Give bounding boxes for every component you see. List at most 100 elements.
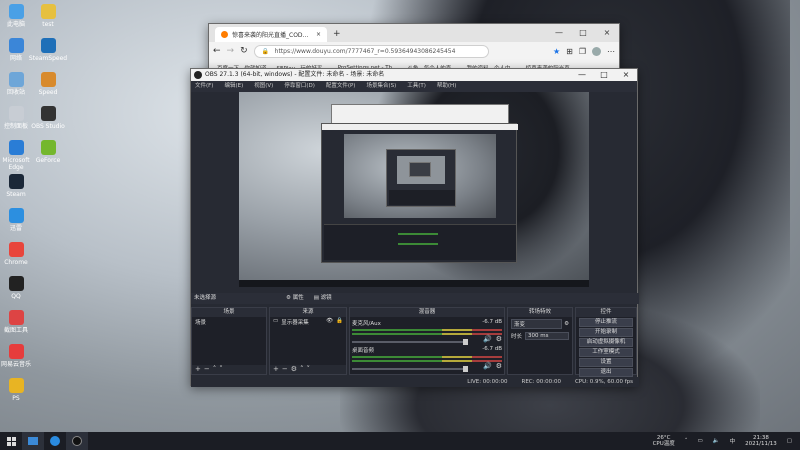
mixer-channel-header: 桌面音频 -6.7 dB bbox=[352, 346, 502, 354]
desktop-icon[interactable]: SteamSpeed bbox=[28, 38, 68, 62]
studio-mode-button[interactable]: 工作室模式 bbox=[579, 348, 633, 357]
desktop-icon[interactable]: GeForce bbox=[28, 140, 68, 164]
menu-docks[interactable]: 停靠窗口(D) bbox=[284, 81, 315, 92]
menu-profile[interactable]: 配置文件(P) bbox=[326, 81, 356, 92]
duration-label: 时长 bbox=[511, 334, 523, 340]
ime-icon[interactable]: 中 bbox=[730, 437, 736, 445]
obs-logo-icon bbox=[194, 71, 202, 79]
visibility-eye-icon[interactable]: 👁 bbox=[326, 318, 333, 326]
desktop-icon[interactable]: Steam bbox=[0, 174, 36, 198]
desktop-icon[interactable]: QQ bbox=[0, 276, 36, 300]
source-filters-button[interactable]: ▤ 滤镜 bbox=[314, 293, 332, 304]
transition-select[interactable]: 渐变 bbox=[511, 319, 563, 329]
notification-icon[interactable]: ▢ bbox=[787, 438, 792, 444]
start-recording-button[interactable]: 开始录制 bbox=[579, 328, 633, 337]
source-item[interactable]: ▭ 显示器采集 👁 🔒 bbox=[270, 317, 346, 327]
speaker-icon[interactable]: 🔊 bbox=[483, 335, 492, 343]
desktop-app-icon bbox=[8, 344, 24, 359]
edge-minimize-button[interactable]: — bbox=[547, 24, 571, 42]
volume-slider[interactable] bbox=[352, 338, 468, 345]
transition-row: 渐变 ⚙ bbox=[508, 317, 572, 331]
menu-help[interactable]: 帮助(H) bbox=[437, 81, 456, 92]
source-down-button[interactable]: ˅ bbox=[307, 365, 314, 373]
volume-icon[interactable]: 🔈 bbox=[713, 438, 720, 444]
stop-streaming-button[interactable]: 停止推流 bbox=[579, 318, 633, 327]
desktop-icon[interactable]: PS bbox=[0, 378, 36, 402]
desktop-icon[interactable]: OBS Studio bbox=[28, 106, 68, 130]
menu-view[interactable]: 视图(V) bbox=[254, 81, 273, 92]
desktop-icon[interactable]: test bbox=[28, 4, 68, 28]
volume-slider[interactable] bbox=[352, 365, 468, 372]
edge-address-bar[interactable]: 🔒 https://www.douyu.com/7777467_r=0.5936… bbox=[253, 44, 489, 58]
remove-scene-button[interactable]: − bbox=[204, 365, 213, 373]
menu-scene-collection[interactable]: 场景集合(S) bbox=[366, 81, 396, 92]
source-settings-icon[interactable]: ⚙ bbox=[291, 365, 300, 373]
edge-tab[interactable]: 惊喜来袭的阳光直播_COD... × bbox=[215, 27, 327, 42]
clock[interactable]: 21:38 2021/11/13 bbox=[745, 435, 777, 447]
desktop-icon[interactable]: 迅雷 bbox=[0, 208, 36, 232]
desktop-app-icon bbox=[28, 437, 38, 445]
obs-titlebar: OBS 27.1.3 (64-bit, windows) - 配置文件: 未命名… bbox=[191, 69, 637, 81]
desktop-app-icon bbox=[8, 378, 24, 393]
menu-file[interactable]: 文件(F) bbox=[195, 81, 213, 92]
start-virtual-camera-button[interactable]: 启动虚拟摄像机 bbox=[579, 338, 633, 347]
sources-toolbar: +−⚙˄˅ bbox=[270, 365, 346, 374]
taskbar-obs-icon[interactable] bbox=[66, 432, 88, 450]
obs-maximize-button[interactable]: □ bbox=[593, 69, 615, 81]
edge-tab-close-icon[interactable]: × bbox=[316, 31, 321, 38]
duration-input[interactable]: 300 ms bbox=[525, 332, 569, 340]
desktop-app-icon bbox=[40, 4, 56, 19]
refresh-icon[interactable]: ↻ bbox=[240, 46, 248, 56]
tray-chevron-icon[interactable]: ˄ bbox=[685, 438, 688, 444]
speaker-icon[interactable]: 🔊 bbox=[483, 362, 492, 370]
preview-obs-canvas bbox=[344, 134, 496, 218]
desktop-icon[interactable]: 网易云音乐 bbox=[0, 344, 36, 368]
menu-edit[interactable]: 编辑(E) bbox=[224, 81, 243, 92]
desktop-icon[interactable]: Chrome bbox=[0, 242, 36, 266]
remove-source-button[interactable]: − bbox=[282, 365, 291, 373]
desktop-app-icon bbox=[8, 276, 24, 291]
lock-icon[interactable]: 🔒 bbox=[336, 318, 343, 326]
back-arrow-icon[interactable]: ← bbox=[213, 46, 221, 56]
audio-meter bbox=[352, 329, 502, 331]
add-scene-button[interactable]: + bbox=[195, 365, 204, 373]
mixer-channel-header: 麦克风/Aux -6.7 dB bbox=[352, 319, 502, 327]
taskbar-app-icon[interactable] bbox=[22, 432, 44, 450]
transition-settings-icon[interactable]: ⚙ bbox=[564, 321, 569, 327]
edge-maximize-button[interactable]: □ bbox=[571, 24, 595, 42]
desktop-app-icon bbox=[8, 310, 24, 325]
obs-window[interactable]: OBS 27.1.3 (64-bit, windows) - 配置文件: 未命名… bbox=[190, 68, 639, 387]
menu-tools[interactable]: 工具(T) bbox=[407, 81, 426, 92]
desktop-icon[interactable]: Speed bbox=[28, 72, 68, 96]
scene-down-button[interactable]: ˅ bbox=[219, 365, 226, 373]
taskbar-edge-icon[interactable] bbox=[44, 432, 66, 450]
collections-icon[interactable]: ⊞ bbox=[566, 47, 573, 56]
more-menu-icon[interactable]: ⋯ bbox=[607, 47, 615, 56]
scene-item[interactable]: 场景 bbox=[192, 317, 266, 327]
edge-close-button[interactable]: × bbox=[595, 24, 619, 42]
volume-slider-handle[interactable] bbox=[463, 365, 468, 372]
network-icon[interactable]: ▭ bbox=[698, 438, 703, 444]
profile-avatar-icon[interactable] bbox=[592, 46, 601, 56]
weather-widget[interactable]: 26°C CPU温度 bbox=[653, 435, 675, 447]
desktop-icon[interactable]: 截图工具 bbox=[0, 310, 36, 334]
source-properties-button[interactable]: ⚙ 属性 bbox=[286, 293, 304, 304]
add-source-button[interactable]: + bbox=[273, 365, 282, 373]
channel-settings-icon[interactable]: ⚙ bbox=[496, 362, 502, 370]
forward-arrow-icon[interactable]: → bbox=[227, 46, 235, 56]
obs-close-button[interactable]: × bbox=[615, 69, 637, 81]
scenes-dock-title: 场景 bbox=[192, 308, 266, 317]
extensions-icon[interactable]: ❐ bbox=[579, 47, 586, 56]
settings-button[interactable]: 设置 bbox=[579, 358, 633, 367]
scenes-dock: 场景 场景 +−˄˅ bbox=[191, 307, 267, 375]
volume-slider-handle[interactable] bbox=[463, 338, 468, 345]
desktop-icon-label: 迅雷 bbox=[9, 225, 22, 232]
obs-preview-canvas[interactable] bbox=[239, 92, 589, 287]
exit-button[interactable]: 退出 bbox=[579, 368, 633, 377]
edge-new-tab-button[interactable]: + bbox=[333, 27, 341, 42]
channel-settings-icon[interactable]: ⚙ bbox=[496, 335, 502, 343]
taskbar: 26°C CPU温度 ˄ ▭ 🔈 中 21:38 2021/11/13 ▢ bbox=[0, 432, 800, 450]
favorite-star-icon[interactable]: ★ bbox=[553, 47, 560, 56]
start-button[interactable] bbox=[0, 432, 22, 450]
obs-minimize-button[interactable]: — bbox=[571, 69, 593, 81]
